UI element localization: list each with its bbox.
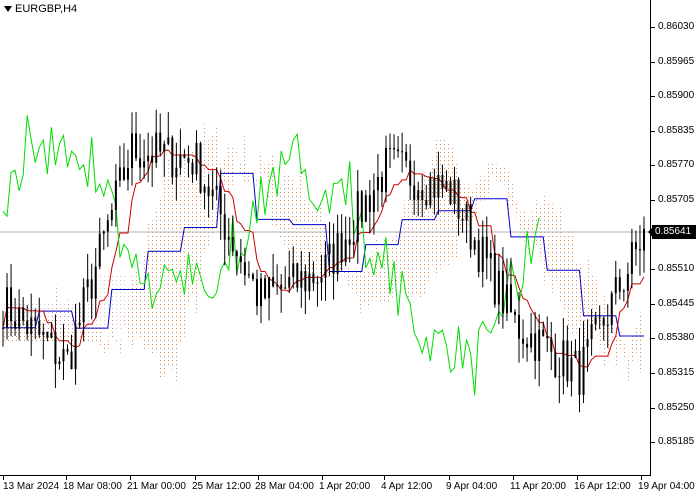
x-tick-mark xyxy=(258,476,259,480)
symbol-text: EURGBP,H4 xyxy=(15,3,78,15)
x-tick-label: 16 Apr 12:00 xyxy=(574,481,631,492)
y-tick-mark xyxy=(651,269,655,270)
current-price-label: 0.85641 xyxy=(648,225,696,239)
y-tick-mark xyxy=(651,442,655,443)
symbol-timeframe-label[interactable]: EURGBP,H4 xyxy=(4,3,77,15)
y-tick-mark xyxy=(651,338,655,339)
x-tick-mark xyxy=(577,476,578,480)
y-tick-label: 0.85965 xyxy=(658,56,695,67)
y-tick-label: 0.85250 xyxy=(658,402,695,413)
x-tick-mark xyxy=(449,476,450,480)
dropdown-triangle-icon[interactable] xyxy=(4,6,12,12)
x-tick-mark xyxy=(195,476,196,480)
y-tick-mark xyxy=(651,96,655,97)
x-tick-mark xyxy=(513,476,514,480)
y-tick-label: 0.85900 xyxy=(658,90,695,101)
y-tick-label: 0.85315 xyxy=(658,367,695,378)
y-tick-label: 0.85835 xyxy=(658,125,695,136)
x-tick-label: 9 Apr 04:00 xyxy=(446,481,498,492)
x-tick-label: 19 Apr 04:00 xyxy=(638,481,695,492)
y-tick-mark xyxy=(651,373,655,374)
x-tick-mark xyxy=(66,476,67,480)
x-tick-label: 1 Apr 20:00 xyxy=(319,481,371,492)
y-tick-mark xyxy=(651,304,655,305)
x-tick-label: 4 Apr 12:00 xyxy=(381,481,433,492)
plot-frame xyxy=(0,0,651,476)
y-tick-label: 0.85770 xyxy=(658,159,695,170)
y-tick-mark xyxy=(651,131,655,132)
y-tick-mark xyxy=(651,200,655,201)
x-tick-mark xyxy=(130,476,131,480)
y-tick-label: 0.85185 xyxy=(658,436,695,447)
y-tick-label: 0.85380 xyxy=(658,332,695,343)
x-tick-label: 18 Mar 08:00 xyxy=(63,481,122,492)
y-tick-mark xyxy=(651,165,655,166)
y-tick-label: 0.86030 xyxy=(658,21,695,32)
x-tick-mark xyxy=(322,476,323,480)
x-tick-mark xyxy=(384,476,385,480)
chart-window[interactable]: EURGBP,H4 0.86030 0.85965 0.85900 0.85835 0.… xyxy=(0,0,700,500)
x-tick-mark xyxy=(641,476,642,480)
x-tick-label: 25 Mar 12:00 xyxy=(192,481,251,492)
y-tick-label: 0.85705 xyxy=(658,194,695,205)
x-tick-label: 13 Mar 2024 xyxy=(3,481,60,492)
y-tick-mark xyxy=(651,62,655,63)
x-tick-label: 21 Mar 00:00 xyxy=(127,481,186,492)
y-tick-mark xyxy=(651,27,655,28)
y-tick-label: 0.85445 xyxy=(658,298,695,309)
x-tick-mark xyxy=(3,476,4,480)
x-tick-label: 11 Apr 20:00 xyxy=(510,481,566,492)
x-tick-label: 28 Mar 04:00 xyxy=(255,481,314,492)
y-tick-mark xyxy=(651,408,655,409)
y-tick-label: 0.85510 xyxy=(658,263,695,274)
